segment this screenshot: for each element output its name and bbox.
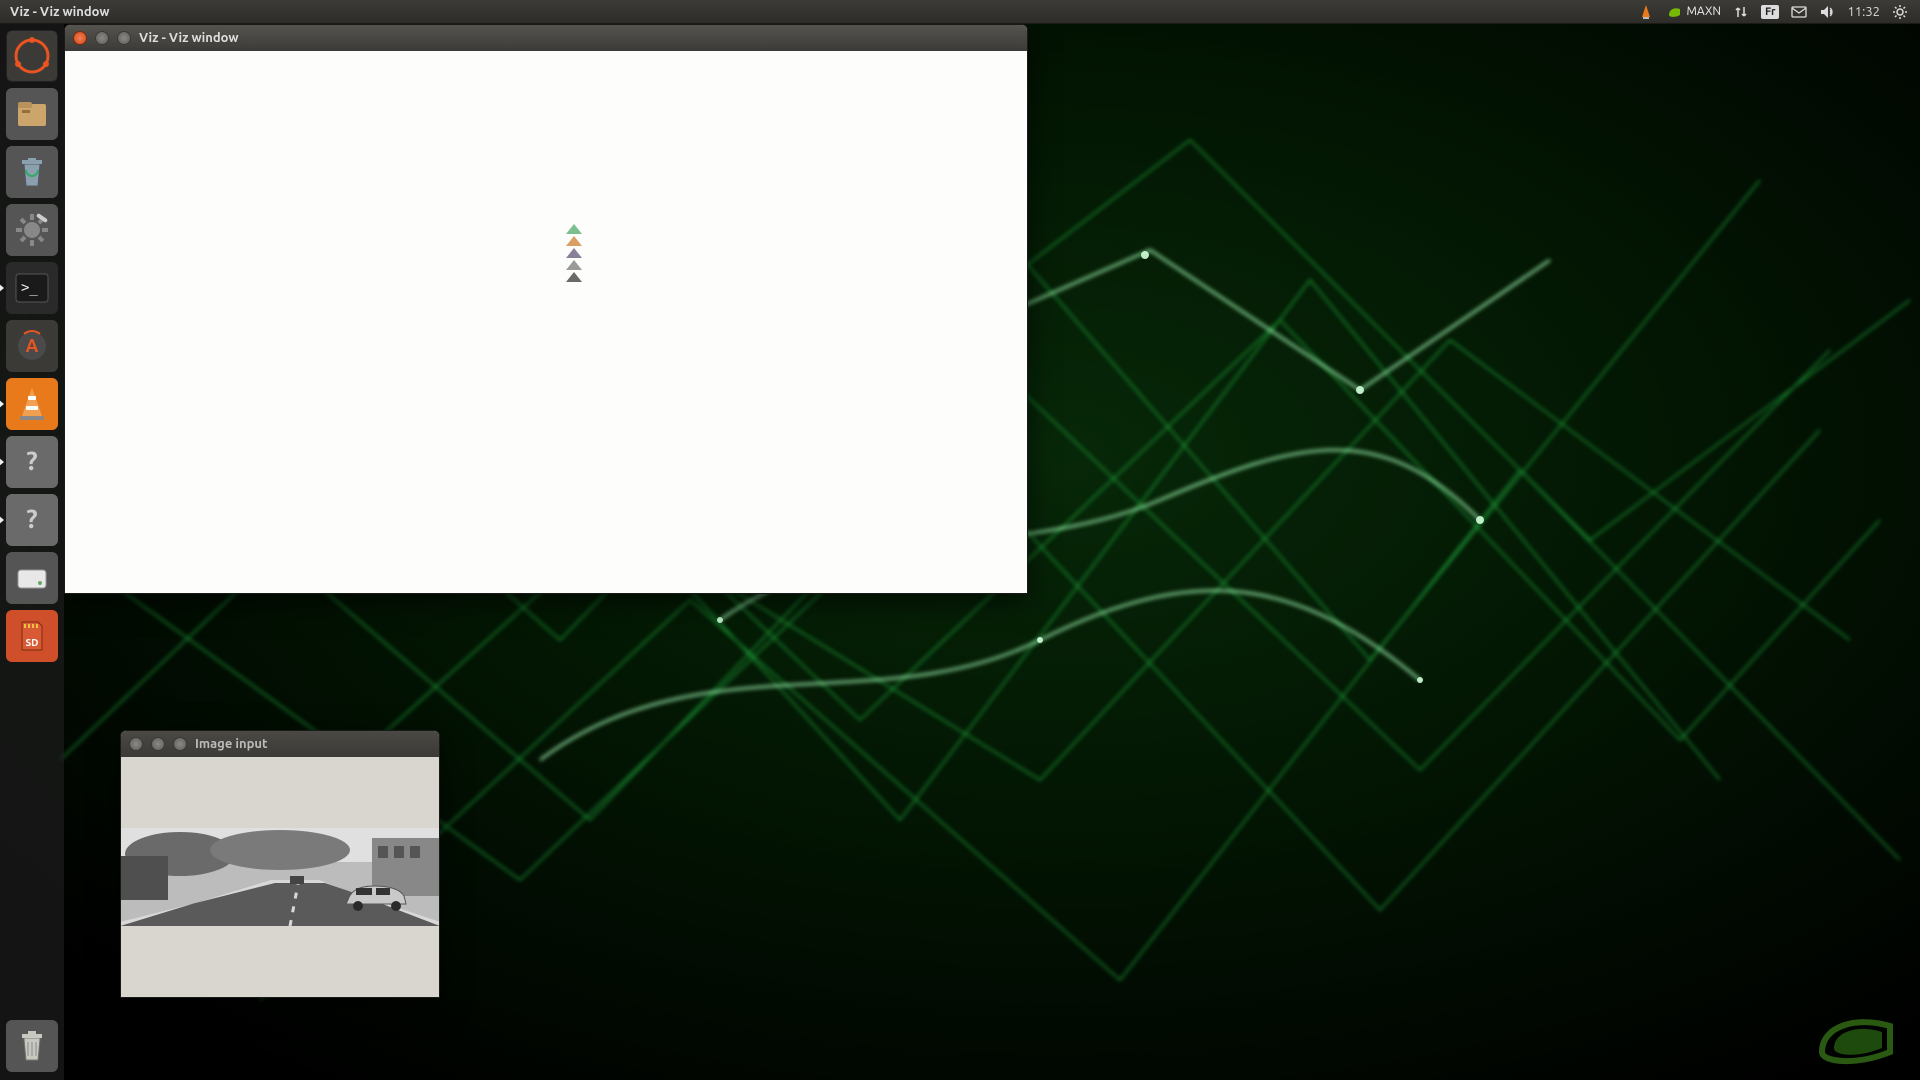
triangle-marker <box>566 236 582 246</box>
mail-indicator-icon[interactable] <box>1785 0 1813 23</box>
dash-icon[interactable] <box>6 30 58 82</box>
svg-text:>_: >_ <box>21 280 38 296</box>
maximize-button[interactable] <box>173 737 187 751</box>
unity-launcher: >_ A ? ? SD <box>0 24 64 1080</box>
external-drive-icon[interactable] <box>6 552 58 604</box>
image-input-titlebar[interactable]: Image input <box>121 731 439 757</box>
help-icon[interactable]: ? <box>6 436 58 488</box>
files-icon[interactable] <box>6 88 58 140</box>
window-title: Viz - Viz window <box>139 31 239 45</box>
image-input-canvas[interactable] <box>121 757 439 997</box>
minimize-button[interactable] <box>151 737 165 751</box>
image-input-window: Image input <box>120 730 440 998</box>
svg-text:A: A <box>26 336 39 356</box>
active-app-title: Viz - Viz window <box>10 5 110 19</box>
minimize-button[interactable] <box>95 31 109 45</box>
network-indicator-icon[interactable] <box>1727 0 1755 23</box>
help-icon[interactable]: ? <box>6 494 58 546</box>
trash-icon[interactable] <box>6 1020 58 1072</box>
maximize-button[interactable] <box>117 31 131 45</box>
triangle-marker <box>566 272 582 282</box>
sd-card-icon[interactable]: SD <box>6 610 58 662</box>
recycle-bin-icon[interactable] <box>6 146 58 198</box>
close-button[interactable] <box>73 31 87 45</box>
input-image-thumbnail <box>120 828 440 926</box>
close-button[interactable] <box>129 737 143 751</box>
settings-gear-icon[interactable] <box>6 204 58 256</box>
nvidia-logo-icon <box>1812 1008 1902 1068</box>
viz-window-titlebar[interactable]: Viz - Viz window <box>65 25 1027 51</box>
triangle-marker <box>566 224 582 234</box>
vlc-indicator-icon[interactable] <box>1632 0 1660 23</box>
triangle-marker <box>566 248 582 258</box>
svg-text:?: ? <box>26 446 37 475</box>
window-title: Image input <box>195 737 268 751</box>
viz-window: Viz - Viz window <box>64 24 1028 594</box>
software-updater-icon[interactable]: A <box>6 320 58 372</box>
session-gear-icon[interactable] <box>1886 0 1914 23</box>
vlc-icon[interactable] <box>6 378 58 430</box>
nvidia-indicator-icon[interactable]: MAXN <box>1660 0 1727 23</box>
viz-marker-stack <box>566 224 582 282</box>
svg-text:?: ? <box>26 504 37 533</box>
triangle-marker <box>566 260 582 270</box>
svg-text:SD: SD <box>26 637 39 648</box>
clock[interactable]: 11:32 <box>1841 0 1886 23</box>
terminal-icon[interactable]: >_ <box>6 262 58 314</box>
power-profile-label: MAXN <box>1686 5 1721 18</box>
keyboard-layout-indicator[interactable]: Fr <box>1755 0 1786 23</box>
volume-indicator-icon[interactable] <box>1813 0 1841 23</box>
viz-3d-canvas[interactable] <box>65 51 1027 593</box>
top-menu-bar: Viz - Viz window MAXN Fr 11:32 <box>0 0 1920 24</box>
